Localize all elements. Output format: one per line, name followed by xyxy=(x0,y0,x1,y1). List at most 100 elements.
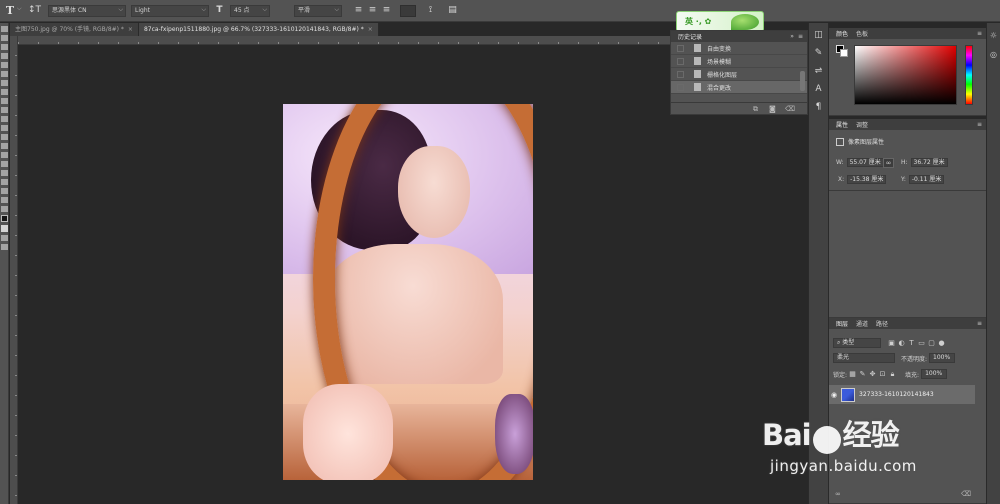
move-tool-icon[interactable] xyxy=(1,26,8,32)
height-field[interactable]: 36.72 厘米 xyxy=(910,158,948,167)
tab-adjustments[interactable]: 调整 xyxy=(852,120,872,129)
marquee-tool-icon[interactable] xyxy=(1,35,8,41)
anti-alias-select[interactable]: 平滑 xyxy=(294,5,342,17)
gradient-tool-icon[interactable] xyxy=(1,125,8,131)
collapse-icon[interactable]: » xyxy=(790,33,794,40)
type-tool-icon[interactable] xyxy=(1,161,8,167)
learn-icon[interactable]: ◎ xyxy=(987,50,1000,59)
filter-shape-icon[interactable]: ▭ xyxy=(917,339,926,348)
link-icon[interactable]: ∞ xyxy=(883,158,894,168)
new-document-icon[interactable]: ⧉ xyxy=(753,105,758,114)
history-item-selected[interactable]: 混合更改 xyxy=(671,81,807,94)
trash-icon[interactable]: ⌫ xyxy=(961,490,971,498)
align-right-icon[interactable]: ≡ xyxy=(380,4,393,17)
brush-settings-icon[interactable]: ✎ xyxy=(813,47,825,59)
fill-field[interactable]: 100% xyxy=(921,369,948,379)
quick-mask-icon[interactable] xyxy=(1,235,8,241)
screen-mode-icon[interactable] xyxy=(1,244,8,250)
width-field[interactable]: 55.07 厘米 xyxy=(846,158,884,167)
pilcrow-icon[interactable]: ¶ xyxy=(813,101,825,113)
close-icon[interactable]: × xyxy=(368,26,373,33)
tab-channels[interactable]: 通道 xyxy=(852,319,872,328)
opacity-field[interactable]: 100% xyxy=(929,353,956,363)
history-item[interactable]: 自由变换 xyxy=(671,42,807,55)
font-style-select[interactable]: Light xyxy=(131,5,209,17)
eyedropper-tool-icon[interactable] xyxy=(1,71,8,77)
layer-name[interactable]: 327333-1610120141843 xyxy=(859,391,934,398)
tab-document-2[interactable]: 87ca-fxipenp1511880.jpg @ 66.7% (327333-… xyxy=(138,23,379,36)
layer-row[interactable]: ◉ 327333-1610120141843 xyxy=(829,385,975,404)
character-panel-icon[interactable]: ▤ xyxy=(446,4,459,17)
filter-type-icon[interactable]: T xyxy=(907,339,916,348)
background-swatch[interactable] xyxy=(840,49,848,57)
filter-type-select[interactable]: ⌕ 类型 xyxy=(833,338,881,348)
text-color-swatch[interactable] xyxy=(400,5,416,17)
filter-toggle-icon[interactable]: ● xyxy=(937,339,946,348)
font-size-select[interactable]: 45 点 xyxy=(230,5,270,17)
tab-history[interactable]: 历史记录 xyxy=(674,32,706,41)
panel-menu-icon[interactable]: ≡ xyxy=(977,121,982,128)
hue-slider[interactable] xyxy=(965,45,973,105)
lock-all-icon[interactable]: 🔒︎ xyxy=(888,370,897,379)
filter-adjust-icon[interactable]: ◐ xyxy=(897,339,906,348)
tool-preset-arrow-icon[interactable]: ⌵ xyxy=(17,5,22,13)
eraser-tool-icon[interactable] xyxy=(1,116,8,122)
panel-menu-icon[interactable]: ≡ xyxy=(977,30,982,37)
close-icon[interactable]: × xyxy=(128,26,133,33)
history-panel-icon[interactable]: ◫ xyxy=(813,29,825,41)
path-select-tool-icon[interactable] xyxy=(1,170,8,176)
history-brush-tool-icon[interactable] xyxy=(1,107,8,113)
blur-tool-icon[interactable] xyxy=(1,134,8,140)
crop-tool-icon[interactable] xyxy=(1,62,8,68)
panel-menu-icon[interactable]: ≡ xyxy=(977,320,982,327)
lasso-tool-icon[interactable] xyxy=(1,44,8,50)
align-center-icon[interactable]: ≡ xyxy=(366,4,379,17)
panel-menu-icon[interactable]: ≡ xyxy=(798,33,803,40)
trash-icon[interactable]: ⌫ xyxy=(785,105,795,113)
history-item[interactable]: 栅格化图层 xyxy=(671,68,807,81)
blend-mode-select[interactable]: 柔光 xyxy=(833,353,895,363)
document-image[interactable] xyxy=(283,104,533,480)
checkbox-icon[interactable] xyxy=(677,44,684,52)
link-layers-icon[interactable]: ∞ xyxy=(835,490,841,498)
align-left-icon[interactable]: ≡ xyxy=(352,4,365,17)
paragraph-icon[interactable]: A xyxy=(813,83,825,95)
color-field[interactable] xyxy=(854,45,957,105)
quick-select-tool-icon[interactable] xyxy=(1,53,8,59)
hand-tool-icon[interactable] xyxy=(1,188,8,194)
history-item[interactable]: 场景模糊 xyxy=(671,55,807,68)
lock-artboard-icon[interactable]: ⊡ xyxy=(878,370,887,379)
eye-icon[interactable]: ◉ xyxy=(829,391,839,399)
pen-tool-icon[interactable] xyxy=(1,152,8,158)
shape-tool-icon[interactable] xyxy=(1,179,8,185)
stamp-tool-icon[interactable] xyxy=(1,98,8,104)
adjust-icon[interactable]: ⇌ xyxy=(813,65,825,77)
checkbox-icon[interactable] xyxy=(677,83,684,91)
lock-transparent-icon[interactable]: ▦ xyxy=(848,370,857,379)
foreground-color-swatch[interactable] xyxy=(1,215,8,222)
checkbox-icon[interactable] xyxy=(677,57,684,65)
more-tools-icon[interactable] xyxy=(1,206,8,212)
filter-pixel-icon[interactable]: ▣ xyxy=(887,339,896,348)
tab-swatches[interactable]: 色板 xyxy=(852,29,872,38)
tab-properties[interactable]: 属性 xyxy=(832,120,852,129)
dodge-tool-icon[interactable] xyxy=(1,143,8,149)
healing-tool-icon[interactable] xyxy=(1,80,8,86)
warp-text-icon[interactable]: ⟟ xyxy=(424,4,437,17)
snapshot-icon[interactable]: ◙ xyxy=(769,105,776,113)
tab-color[interactable]: 颜色 xyxy=(832,29,852,38)
checkbox-icon[interactable] xyxy=(677,70,684,78)
y-field[interactable]: -0.11 厘米 xyxy=(908,175,945,184)
filter-smart-icon[interactable]: ▢ xyxy=(927,339,936,348)
input-method-badge[interactable]: 英 ·, ✿ xyxy=(676,11,764,32)
history-scrollbar[interactable] xyxy=(800,71,805,91)
x-field[interactable]: -15.38 厘米 xyxy=(847,175,887,184)
lock-pixels-icon[interactable]: ✎ xyxy=(858,370,867,379)
fg-bg-swatches[interactable] xyxy=(836,45,848,57)
lightbulb-icon[interactable]: ☼ xyxy=(987,31,1000,40)
brush-tool-icon[interactable] xyxy=(1,89,8,95)
tab-document-1[interactable]: 主图750.jpg @ 70% (手镜, RGB/8#) * × xyxy=(10,23,139,36)
font-family-select[interactable]: 思源黑体 CN xyxy=(48,5,126,17)
tab-paths[interactable]: 路径 xyxy=(872,319,892,328)
zoom-tool-icon[interactable] xyxy=(1,197,8,203)
